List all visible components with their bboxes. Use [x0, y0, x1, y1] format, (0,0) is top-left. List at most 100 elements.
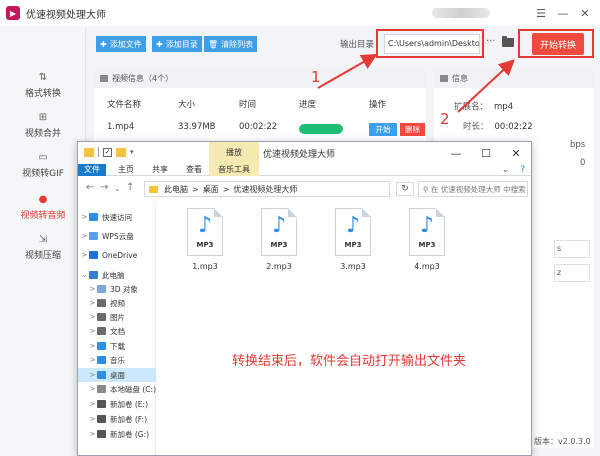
up-icon[interactable]: ↑: [126, 182, 134, 193]
merge-icon: ⊞: [38, 112, 48, 123]
chevron-icon[interactable]: >: [88, 415, 97, 423]
info-select-2[interactable]: z: [554, 264, 590, 282]
chevron-icon[interactable]: >: [88, 371, 97, 379]
more-button[interactable]: ···: [486, 36, 496, 47]
col-name: 文件名称: [107, 100, 142, 110]
address-segment[interactable]: 优速视频处理大师: [233, 184, 297, 195]
nav-label: 音乐: [110, 355, 125, 365]
file-name: 3.mp3: [340, 262, 366, 271]
music-note-icon: ♪: [197, 213, 213, 238]
nav-item[interactable]: > 下载: [78, 339, 156, 353]
close-icon[interactable]: ✕: [574, 3, 596, 23]
manage-tab[interactable]: 播放: [209, 147, 259, 158]
ribbon-expand-icon[interactable]: ⌄: [502, 165, 510, 175]
tab-music-tools[interactable]: 音乐工具: [209, 164, 259, 176]
nav-icon: [97, 430, 106, 438]
open-folder-icon[interactable]: [502, 36, 514, 47]
forward-icon[interactable]: →: [100, 182, 108, 193]
sidebar-item-label: 格式转换: [24, 89, 61, 99]
close-icon[interactable]: ✕: [501, 142, 531, 164]
nav-label: 快速访问: [102, 212, 132, 222]
add-folder-button[interactable]: ✚ 添加目录: [152, 36, 202, 52]
nav-icon: [97, 299, 106, 307]
nav-item[interactable]: > 新加卷 (E:): [78, 397, 156, 411]
address-separator: >: [222, 184, 230, 194]
qa-dropdown-icon[interactable]: ▾: [130, 148, 134, 156]
sidebar-item-video-merge[interactable]: ⊞ 视频合并: [0, 106, 86, 146]
menu-icon[interactable]: ☰: [530, 3, 552, 23]
file-item[interactable]: ♪ MP3 3.mp3: [323, 208, 383, 278]
sidebar-item-format-convert[interactable]: ⇅ 格式转换: [0, 66, 86, 106]
nav-label: 3D 对象: [110, 284, 138, 294]
recent-locations-icon[interactable]: ⌄: [114, 184, 121, 193]
sidebar-item-video-compress[interactable]: ⇲ 视频压缩: [0, 228, 86, 268]
chevron-icon[interactable]: >: [80, 213, 89, 221]
chevron-icon[interactable]: >: [88, 356, 97, 364]
nav-item[interactable]: > 视频: [78, 296, 156, 310]
new-folder-icon[interactable]: [116, 147, 126, 157]
nav-label: 图片: [110, 312, 125, 322]
chevron-icon[interactable]: >: [88, 285, 97, 293]
file-type-badge: MP3: [418, 241, 436, 249]
properties-icon[interactable]: ✓: [103, 147, 112, 157]
audio-icon: ●: [38, 194, 48, 205]
file-type-badge: MP3: [344, 241, 362, 249]
sidebar: ⇅ 格式转换 ⊞ 视频合并 ▭ 视频转GIF ● 视频转音频 ⇲ 视频压缩: [0, 26, 86, 456]
minimize-icon[interactable]: —: [441, 142, 471, 164]
file-item[interactable]: ♪ MP3 4.mp3: [397, 208, 457, 278]
chevron-icon[interactable]: >: [80, 232, 89, 240]
refresh-icon[interactable]: ↻: [396, 182, 414, 196]
chevron-icon[interactable]: >: [88, 342, 97, 350]
nav-item[interactable]: > 本地磁盘 (C:): [78, 382, 156, 396]
file-item[interactable]: ♪ MP3 1.mp3: [175, 208, 235, 278]
nav-item[interactable]: > 桌面: [78, 368, 156, 382]
plus-icon: ✚: [100, 39, 107, 49]
file-explorer-window: ✓ ▾ 播放 优速视频处理大师 — ☐ ✕ 文件 主页 共享 查看 音乐工具 ⌄…: [77, 141, 532, 456]
info-select-1[interactable]: s: [554, 240, 590, 258]
duration-label: 时长：: [463, 122, 489, 132]
search-input[interactable]: ⚲ 在 优速视频处理大师 中搜索: [418, 181, 528, 197]
table-row[interactable]: 1.mp4 33.97MB 00:02:22 开始 删除: [94, 122, 426, 140]
nav-item[interactable]: > 新加卷 (F:): [78, 412, 156, 426]
address-segment[interactable]: 此电脑: [164, 184, 188, 195]
delete-button[interactable]: 删除: [400, 123, 425, 136]
chevron-icon[interactable]: ⌄: [80, 271, 89, 279]
ext-label: 扩展名：: [454, 102, 489, 112]
nav-item[interactable]: > 新加卷 (G:): [78, 427, 156, 441]
minimize-icon[interactable]: —: [552, 3, 574, 23]
chevron-icon[interactable]: >: [88, 299, 97, 307]
tab-view[interactable]: 查看: [180, 164, 208, 176]
chevron-icon[interactable]: >: [88, 327, 97, 335]
back-icon[interactable]: ←: [86, 182, 94, 193]
sidebar-item-video-gif[interactable]: ▭ 视频转GIF: [0, 146, 86, 186]
address-segment[interactable]: 桌面: [203, 184, 219, 195]
file-item[interactable]: ♪ MP3 2.mp3: [249, 208, 309, 278]
nav-item[interactable]: ⌄ 此电脑: [78, 268, 156, 282]
chevron-icon[interactable]: >: [80, 251, 89, 259]
start-button[interactable]: 开始: [369, 123, 397, 136]
chevron-icon[interactable]: >: [88, 313, 97, 321]
file-name: 1.mp3: [192, 262, 218, 271]
maximize-icon[interactable]: ☐: [471, 142, 501, 164]
chevron-icon[interactable]: >: [88, 400, 97, 408]
nav-item[interactable]: >3D 对象: [78, 282, 156, 296]
tab-home[interactable]: 主页: [112, 164, 140, 176]
nav-item[interactable]: > 文档: [78, 324, 156, 338]
address-bar[interactable]: 此电脑 > 桌面 > 优速视频处理大师: [144, 181, 390, 197]
tab-share[interactable]: 共享: [146, 164, 174, 176]
search-icon: ⚲: [423, 185, 429, 194]
clear-list-button[interactable]: 🗑 清除列表: [204, 36, 258, 52]
nav-item[interactable]: > 快速访问: [78, 210, 156, 224]
chevron-icon[interactable]: >: [88, 430, 97, 438]
tab-file[interactable]: 文件: [78, 164, 106, 176]
help-icon[interactable]: ?: [520, 165, 525, 175]
chevron-icon[interactable]: >: [88, 385, 97, 393]
add-file-button[interactable]: ✚ 添加文件: [96, 36, 146, 52]
music-note-icon: ♪: [419, 213, 435, 238]
nav-item[interactable]: > 图片: [78, 310, 156, 324]
sidebar-item-video-audio[interactable]: ● 视频转音频: [0, 188, 86, 228]
nav-item[interactable]: > 音乐: [78, 353, 156, 367]
nav-item[interactable]: > OneDrive: [78, 248, 156, 262]
nav-item[interactable]: > WPS云盘: [78, 229, 156, 243]
nav-icon: [97, 415, 106, 423]
